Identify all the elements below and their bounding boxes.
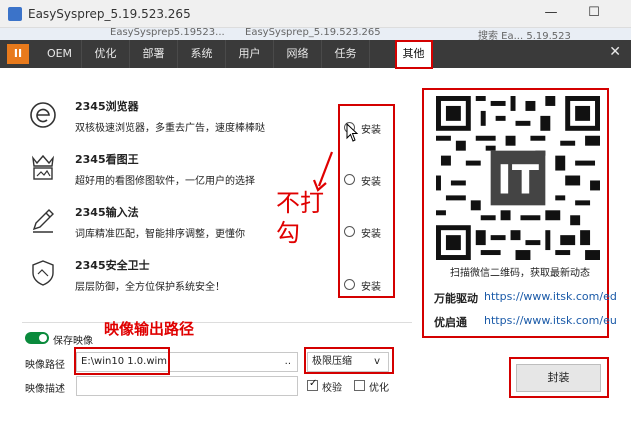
software-name-viewer: 2345看图王 bbox=[75, 153, 139, 166]
image-path-label: 映像路径 bbox=[25, 360, 65, 371]
verify-label: 校验 bbox=[322, 383, 342, 394]
active-tab-highlight bbox=[395, 40, 433, 69]
maximize-button[interactable]: ☐ bbox=[583, 5, 605, 20]
crown-picture-icon bbox=[31, 154, 55, 180]
bg-text-mid: EasySysprep_5.19.523.265 bbox=[245, 28, 381, 38]
minimize-button[interactable]: — bbox=[540, 5, 562, 20]
annotation-no-check-line1: 不打 bbox=[276, 189, 324, 217]
link-label-driver: 万能驱动 bbox=[434, 292, 478, 305]
annotation-arrow-icon bbox=[312, 151, 334, 192]
browser-e-icon bbox=[30, 102, 56, 128]
annotation-no-check-line2: 勾 bbox=[276, 219, 300, 247]
close-icon[interactable]: ✕ bbox=[609, 44, 621, 60]
compress-highlight bbox=[304, 347, 394, 374]
software-desc-browser: 双核极速浏览器，多重去广告，速度棒棒哒 bbox=[75, 123, 265, 134]
window-title: EasySysprep_5.19.523.265 bbox=[28, 7, 191, 21]
software-name-browser: 2345浏览器 bbox=[75, 100, 139, 113]
tab-oem[interactable]: OEM bbox=[38, 40, 82, 68]
section-divider bbox=[22, 322, 412, 323]
install-column-highlight bbox=[338, 104, 395, 298]
save-image-toggle[interactable] bbox=[25, 332, 49, 344]
bg-text-right: 搜索 Ea... 5.19.523 bbox=[478, 31, 571, 40]
software-desc-input: 词库精准匹配，智能排序调整，更懂你 bbox=[75, 229, 245, 240]
shield-icon bbox=[32, 260, 54, 286]
link-url-driver[interactable]: https://www.itsk.com/ed bbox=[484, 290, 617, 303]
software-name-security: 2345安全卫士 bbox=[75, 259, 150, 272]
image-desc-input[interactable] bbox=[76, 376, 298, 396]
seal-button-highlight bbox=[509, 357, 609, 398]
software-desc-viewer: 超好用的看图修图软件，一亿用户的选择 bbox=[75, 176, 255, 187]
background-explorer-strip: EasySysprep5.19523... EasySysprep_5.19.5… bbox=[0, 28, 631, 40]
image-desc-label: 映像描述 bbox=[25, 384, 65, 395]
app-icon bbox=[8, 7, 22, 21]
software-desc-security: 层层防御，全方位保护系统安全！ bbox=[75, 282, 225, 293]
annotation-image-path-title: 映像输出路径 bbox=[104, 320, 195, 338]
pause-button[interactable]: II bbox=[7, 44, 29, 64]
link-url-boot[interactable]: https://www.itsk.com/eu bbox=[484, 314, 617, 327]
tab-user[interactable]: 用户 bbox=[226, 40, 274, 68]
image-path-highlight bbox=[74, 347, 170, 375]
tab-optimize[interactable]: 优化 bbox=[82, 40, 130, 68]
save-image-label: 保存映像 bbox=[53, 336, 93, 347]
tab-system[interactable]: 系统 bbox=[178, 40, 226, 68]
link-label-boot: 优启通 bbox=[434, 316, 467, 329]
software-name-input: 2345输入法 bbox=[75, 206, 139, 219]
tab-bar: II OEM 优化 部署 系统 用户 网络 任务 其他 ✕ bbox=[0, 40, 631, 68]
tab-network[interactable]: 网络 bbox=[274, 40, 322, 68]
window-titlebar: EasySysprep_5.19.523.265 — ☐ bbox=[0, 0, 631, 28]
verify-checkbox[interactable] bbox=[307, 378, 318, 391]
bg-text-left: EasySysprep5.19523... bbox=[110, 28, 225, 38]
optimize-checkbox[interactable] bbox=[354, 380, 365, 391]
pen-icon bbox=[32, 209, 54, 233]
browse-button[interactable]: .. bbox=[285, 353, 291, 371]
optimize-label: 优化 bbox=[369, 383, 389, 394]
tab-deploy[interactable]: 部署 bbox=[130, 40, 178, 68]
tab-task[interactable]: 任务 bbox=[322, 40, 370, 68]
